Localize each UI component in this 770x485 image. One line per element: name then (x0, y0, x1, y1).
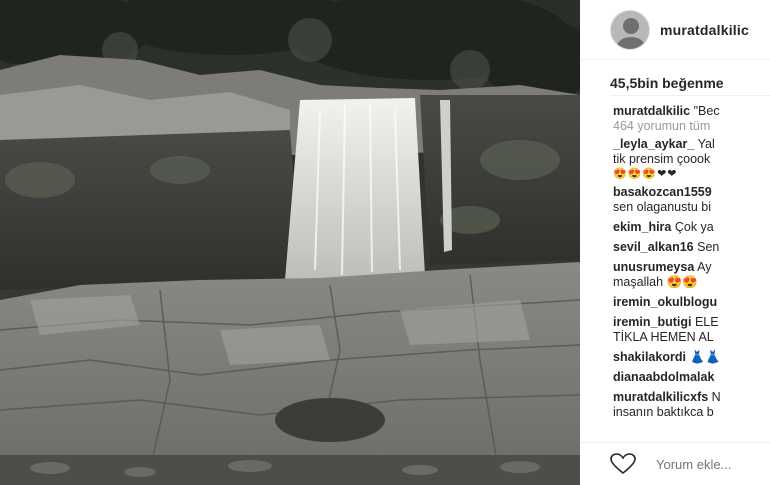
comment-item: ekim_hira Çok ya (613, 220, 770, 235)
post-details-panel: muratdalkilic 45,5bin beğenme muratdalki… (580, 0, 770, 485)
comment-text: Sen (697, 240, 720, 254)
comment-user[interactable]: sevil_alkan16 (613, 240, 694, 254)
comment-item: dianaabdolmalak (613, 370, 770, 385)
likes-count[interactable]: 45,5bin beğenme (610, 75, 724, 91)
comment-user[interactable]: dianaabdolmalak (613, 370, 714, 384)
comment-input[interactable] (656, 456, 770, 472)
comment-text: Yal (697, 137, 715, 151)
avatar-image (611, 10, 649, 49)
caption-user[interactable]: muratdalkilic (613, 104, 690, 118)
comment-item: iremin_okulblogu (613, 295, 770, 310)
comment-user[interactable]: ekim_hira (613, 220, 671, 234)
comment-item: sevil_alkan16 Sen (613, 240, 770, 255)
comment-text: Çok ya (674, 220, 714, 234)
comment-text-line: maşallah 😍😍 (613, 275, 698, 289)
post-header: muratdalkilic (580, 0, 770, 60)
comment-item: muratdalkilicxfs N (613, 390, 770, 405)
comment-item: basakozcan1559 (613, 185, 770, 200)
comment-text-line: TİKLA HEMEN AL (613, 330, 714, 344)
comment-text: ELE (694, 315, 719, 329)
post-photo[interactable] (0, 0, 580, 485)
comment-item: unusrumeysa Ay (613, 260, 770, 275)
comments-list: muratdalkilic "Bec 464 yorumun tüm _leyl… (613, 104, 770, 420)
comment-text-line: tik prensim çoook (613, 152, 711, 166)
comment-user[interactable]: iremin_okulblogu (613, 295, 717, 309)
comment-emoji-line: 😍😍😍❤❤ (613, 168, 678, 180)
post-username[interactable]: muratdalkilic (660, 22, 749, 38)
post-footer (580, 442, 770, 485)
comment-user[interactable]: muratdalkilicxfs (613, 390, 708, 404)
comment-user[interactable]: _leyla_aykar_ (613, 137, 694, 151)
comment-user[interactable]: unusrumeysa (613, 260, 694, 274)
comment-text: 👗👗 (689, 350, 721, 364)
user-avatar[interactable] (610, 9, 650, 50)
comment-text-line: sen olaganustu bi (613, 200, 711, 214)
comment-user[interactable]: basakozcan1559 (613, 185, 712, 199)
comment-item: _leyla_aykar_ Yal (613, 137, 770, 152)
comment-text-line: insanın baktıkca b (613, 405, 714, 419)
caption-text: "Bec (693, 104, 720, 118)
comment-text: N (711, 390, 721, 404)
comment-user[interactable]: shakilakordi (613, 350, 686, 364)
heart-outline-icon[interactable] (610, 453, 636, 475)
caption: muratdalkilic "Bec (613, 104, 770, 119)
comment-item: iremin_butigi ELE (613, 315, 770, 330)
comment-item: shakilakordi 👗👗 (613, 350, 770, 365)
view-all-comments-link[interactable]: 464 yorumun tüm (613, 119, 770, 134)
comment-user[interactable]: iremin_butigi (613, 315, 691, 329)
waterfall-image (0, 0, 580, 485)
divider (610, 95, 770, 96)
comment-text: Ay (697, 260, 712, 274)
